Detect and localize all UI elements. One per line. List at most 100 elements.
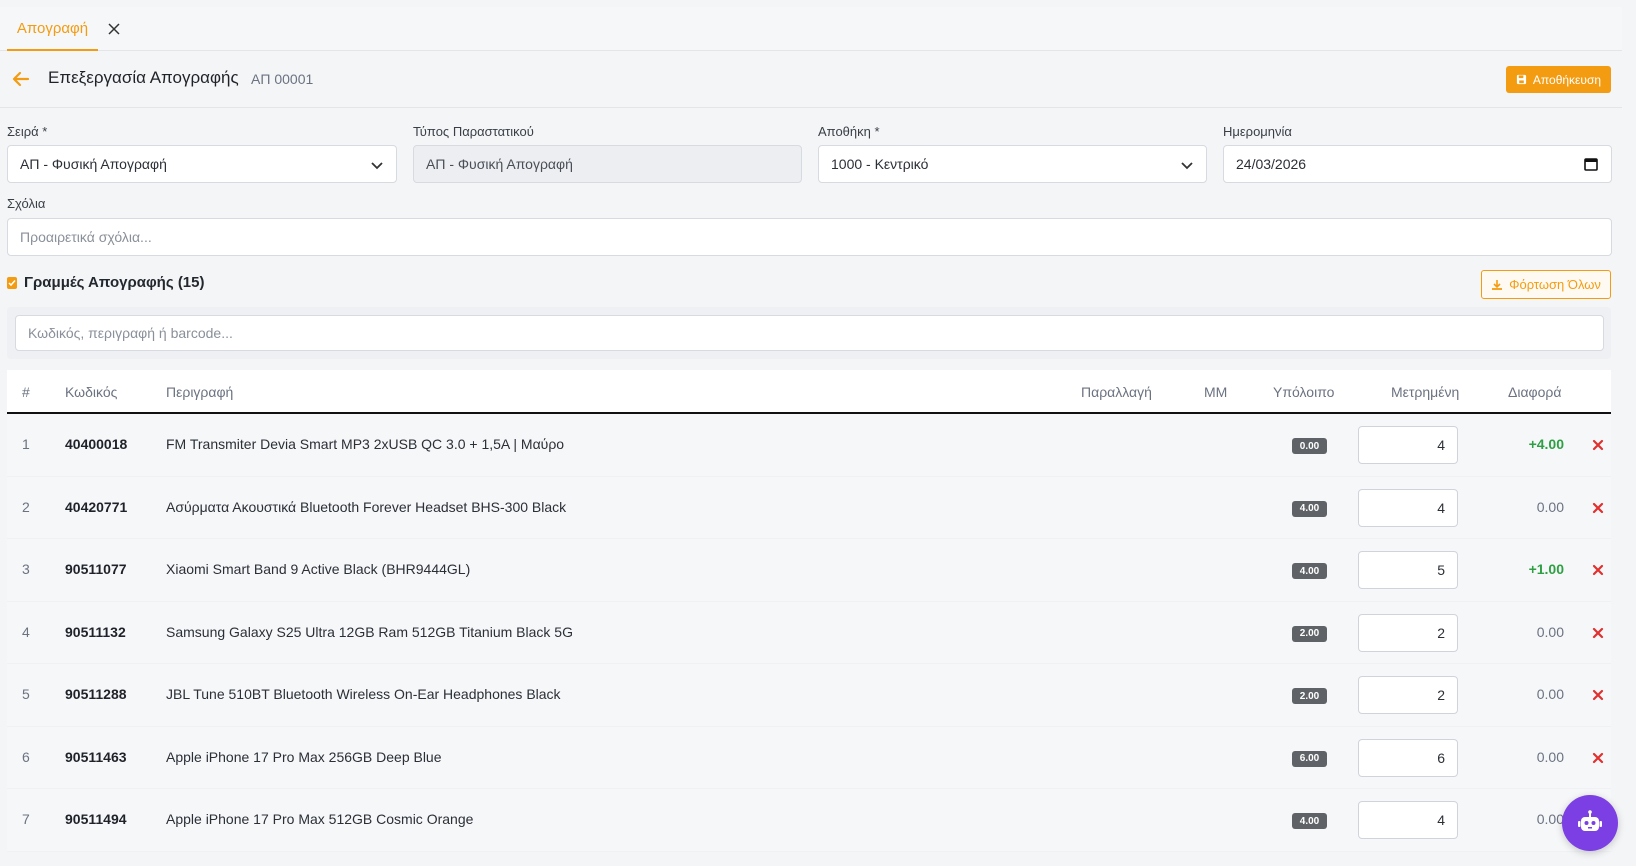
close-icon[interactable] (104, 19, 124, 39)
robot-icon[interactable] (1562, 795, 1618, 851)
save-button[interactable]: Αποθήκευση (1506, 66, 1611, 93)
series-label: Σειρά * (7, 124, 48, 139)
table-row: 6 90511463 Apple iPhone 17 Pro Max 256GB D… (7, 726, 1611, 789)
row-index: 7 (22, 811, 30, 827)
page-header: Επεξεργασία Απογραφής ΑΠ 00001 Αποθήκευσ… (0, 52, 1622, 108)
balance-badge: 0.00 (1292, 438, 1327, 454)
table-header: # Κωδικός Περιγραφή Παραλλαγή ΜΜ Υπόλοιπ… (7, 370, 1611, 414)
comments-input[interactable]: Προαιρετικά σχόλια... (7, 218, 1612, 256)
counted-input[interactable]: 6 (1358, 738, 1458, 777)
warehouse-select[interactable]: 1000 - Κεντρικό (818, 145, 1207, 183)
search-placeholder: Κωδικός, περιγραφή ή barcode... (28, 325, 233, 341)
difference-value: 0.00 (1536, 623, 1564, 640)
difference-value: +4.00 (1528, 436, 1564, 452)
doc-type-field: ΑΠ - Φυσική Απογραφή (413, 145, 802, 183)
row-index: 2 (22, 498, 30, 515)
row-code: 40400018 (65, 436, 128, 452)
delete-icon[interactable] (1592, 688, 1606, 702)
table-row: 4 90511132 Samsung Galaxy S25 Ultra 12GB R… (7, 601, 1611, 664)
balance-badge: 4.00 (1292, 813, 1327, 829)
tab-label: Απογραφή (16, 19, 89, 37)
lines-table: # Κωδικός Περιγραφή Παραλλαγή ΜΜ Υπόλοιπ… (7, 370, 1611, 852)
document-number: ΑΠ 00001 (251, 71, 314, 87)
row-index: 1 (22, 436, 30, 452)
col-counted: Μετρημένη (1391, 384, 1460, 400)
row-index: 4 (22, 623, 30, 640)
page-title: Επεξεργασία Απογραφής (48, 68, 239, 87)
arrow-left-icon[interactable] (10, 68, 32, 90)
lines-title: Γραμμές Απογραφής (15) (24, 274, 205, 291)
balance-badge: 2.00 (1292, 688, 1327, 704)
table-row: 3 90511077 Xiaomi Smart Band 9 Active Blac… (7, 539, 1611, 602)
counted-input[interactable]: 2 (1358, 676, 1458, 714)
col-balance: Υπόλοιπο (1273, 384, 1335, 400)
row-code: 90511132 (65, 623, 126, 640)
date-value: 24/03/2026 (1236, 156, 1307, 172)
row-code: 90511494 (65, 811, 127, 827)
search-container: Κωδικός, περιγραφή ή barcode... (7, 307, 1611, 359)
load-all-button[interactable]: Φόρτωση Όλων (1481, 270, 1611, 299)
row-description: Ασύρματα Ακουστικά Bluetooth Forever Hea… (166, 498, 567, 515)
delete-icon[interactable] (1592, 438, 1606, 452)
table-row: 7 90511494 Apple iPhone 17 Pro Max 512GB C… (7, 789, 1611, 852)
row-description: Samsung Galaxy S25 Ultra 12GB Ram 512GB … (166, 623, 573, 640)
date-input[interactable]: 24/03/2026 (1223, 145, 1612, 183)
tab-bar: Απογραφή (0, 7, 1622, 51)
row-code: 40420771 (65, 498, 128, 515)
row-description: Xiaomi Smart Band 9 Active Black (BHR944… (166, 561, 471, 577)
delete-icon[interactable] (1592, 501, 1606, 515)
chevron-down-icon (1181, 162, 1193, 170)
difference-value: +1.00 (1528, 561, 1564, 577)
doc-type-value: ΑΠ - Φυσική Απογραφή (426, 156, 573, 172)
delete-icon[interactable] (1592, 751, 1606, 765)
col-code: Κωδικός (65, 384, 118, 400)
balance-badge: 4.00 (1292, 563, 1327, 579)
col-variant: Παραλλαγή (1081, 384, 1152, 400)
row-description: JBL Tune 510BT Bluetooth Wireless On-Ear… (166, 686, 561, 702)
delete-icon[interactable] (1592, 563, 1606, 577)
row-description: Apple iPhone 17 Pro Max 256GB Deep Blue (166, 748, 442, 765)
row-code: 90511288 (65, 686, 127, 702)
load-all-label: Φόρτωση Όλων (1509, 277, 1601, 292)
difference-value: 0.00 (1536, 748, 1564, 765)
table-row: 2 40420771 Ασύρματα Ακουστικά Bluetooth Fo… (7, 476, 1611, 539)
col-unit: ΜΜ (1204, 384, 1228, 400)
row-code: 90511463 (65, 748, 127, 765)
counted-input[interactable]: 4 (1358, 801, 1458, 839)
difference-value: 0.00 (1536, 686, 1564, 702)
floppy-icon (1516, 74, 1527, 85)
balance-badge: 4.00 (1292, 500, 1327, 517)
series-value: ΑΠ - Φυσική Απογραφή (20, 156, 167, 172)
date-label: Ημερομηνία (1223, 124, 1292, 139)
tab-inventory[interactable]: Απογραφή (7, 7, 98, 51)
difference-value: 0.00 (1536, 498, 1564, 515)
comments-placeholder: Προαιρετικά σχόλια... (20, 229, 152, 245)
search-input[interactable]: Κωδικός, περιγραφή ή barcode... (15, 315, 1604, 351)
balance-badge: 2.00 (1292, 625, 1327, 642)
row-index: 6 (22, 748, 30, 765)
warehouse-label: Αποθήκη * (818, 124, 880, 139)
table-row: 1 40400018 FM Transmiter Devia Smart MP3 2… (7, 414, 1611, 477)
save-label: Αποθήκευση (1532, 72, 1602, 87)
warehouse-value: 1000 - Κεντρικό (831, 156, 929, 172)
col-difference: Διαφορά (1508, 384, 1562, 400)
counted-input[interactable]: 5 (1358, 551, 1458, 589)
chevron-down-icon (371, 162, 383, 170)
counted-input[interactable]: 4 (1358, 488, 1458, 527)
counted-input[interactable]: 2 (1358, 613, 1458, 652)
col-index: # (22, 384, 30, 400)
row-description: Apple iPhone 17 Pro Max 512GB Cosmic Ora… (166, 811, 474, 827)
row-index: 5 (22, 686, 30, 702)
col-description: Περιγραφή (166, 384, 234, 400)
difference-value: 0.00 (1536, 811, 1564, 827)
delete-icon[interactable] (1592, 626, 1606, 640)
row-code: 90511077 (65, 561, 127, 577)
table-row: 5 90511288 JBL Tune 510BT Bluetooth Wirele… (7, 664, 1611, 727)
balance-badge: 6.00 (1292, 750, 1327, 767)
counted-input[interactable]: 4 (1358, 426, 1458, 464)
series-select[interactable]: ΑΠ - Φυσική Απογραφή (7, 145, 397, 183)
comments-label: Σχόλια (7, 196, 46, 211)
checkbox[interactable] (7, 276, 17, 289)
row-index: 3 (22, 561, 30, 577)
calendar-icon[interactable] (1583, 156, 1599, 172)
